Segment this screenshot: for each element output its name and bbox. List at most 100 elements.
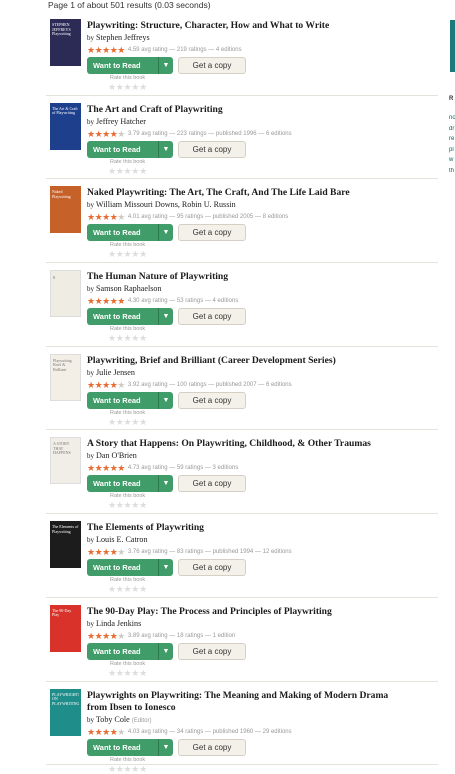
author-link[interactable]: Toby Cole [96,715,130,724]
cover-text: STEPHEN JEFFREYS Playwriting [52,23,71,36]
shelf-dropdown-button[interactable]: ▼ [158,224,173,242]
book-cover[interactable]: g [50,270,81,318]
rating-stars-icon: ★★★★★ [87,128,125,139]
want-to-read-button[interactable]: Want to Read [87,738,158,756]
author-link[interactable]: Dan O'Brien [96,451,137,460]
shelf-dropdown-button[interactable]: ▼ [158,140,173,158]
book-cover[interactable]: PLAYWRIGHTS ON PLAYWRITING [50,688,81,736]
rate-stars-icon[interactable]: ★★★★★ [108,249,438,259]
get-a-copy-button[interactable]: Get a copy [178,224,246,242]
book-author: by Toby Cole (Editor) [87,714,152,724]
rate-stars-icon[interactable]: ★★★★★ [108,764,438,774]
shelf-dropdown-button[interactable]: ▼ [158,475,173,493]
book-title-link[interactable]: The Art and Craft of Playwriting [87,104,438,116]
rate-this-book-label: Rate this book [110,756,146,763]
sidebar-text-line: no [449,115,455,121]
want-to-read-button[interactable]: Want to Read [87,140,158,158]
rating-stars-icon: ★★★★★ [87,726,125,737]
shelf-dropdown-button[interactable]: ▼ [158,57,173,74]
cover-text: g [53,275,55,280]
book-cover[interactable]: The Elements of Playwriting [50,521,81,569]
book-title-link[interactable]: Playwrights on Playwriting: The Meaning … [87,690,438,714]
author-link[interactable]: Stephen Jeffreys [96,33,150,42]
author-link[interactable]: Linda Jenkins [96,619,141,628]
book-title-link[interactable]: The Elements of Playwriting [87,522,438,534]
want-to-read-button[interactable]: Want to Read [87,559,158,577]
rate-this-book-label: Rate this book [110,409,146,416]
shelf-dropdown-button[interactable]: ▼ [158,391,173,409]
author-link[interactable]: Samson Raphaelson [96,284,161,293]
results-summary: Page 1 of about 501 results (0.03 second… [48,0,211,10]
book-title-link[interactable]: Naked Playwriting: The Art, The Craft, A… [87,187,438,199]
rate-stars-icon[interactable]: ★★★★★ [108,584,438,594]
rating-meta: ★★★★★ 3.89 avg rating — 18 ratings — 1 e… [87,630,236,641]
get-a-copy-button[interactable]: Get a copy [178,475,246,493]
book-cover[interactable]: Naked Playwriting [50,186,81,234]
rate-this-book-label: Rate this book [110,158,146,165]
sidebar-text-line: re [449,136,455,142]
book-author: by Samson Raphaelson [87,284,162,294]
author-link[interactable]: Jeffrey Hatcher [96,117,146,126]
chevron-down-icon: ▼ [162,145,170,153]
rate-this-book-label: Rate this book [110,242,146,249]
shelf-dropdown-button[interactable]: ▼ [158,738,173,756]
sidebar-ad-image[interactable] [450,20,455,72]
shelf-dropdown-button[interactable]: ▼ [158,559,173,577]
want-to-read-button[interactable]: Want to Read [87,475,158,493]
rating-stars-icon: ★★★★★ [87,547,125,558]
get-a-copy-button[interactable]: Get a copy [178,642,246,660]
want-to-read-button[interactable]: Want to Read [87,57,158,74]
book-title-link[interactable]: Playwriting, Brief and Brilliant (Career… [87,355,438,367]
book-author: by Linda Jenkins [87,618,142,628]
book-cover[interactable]: A STORY THAT HAPPENS [50,437,81,485]
book-author: by Stephen Jeffreys [87,33,150,42]
get-a-copy-button[interactable]: Get a copy [178,391,246,409]
rate-stars-icon[interactable]: ★★★★★ [108,668,438,678]
shelf-dropdown-button[interactable]: ▼ [158,642,173,660]
book-row: The 90-Day Play The 90-Day Play: The Pro… [46,598,438,682]
book-cover[interactable]: Playwriting Brief & Brilliant [50,353,81,401]
book-cover[interactable]: The 90-Day Play [50,604,81,652]
get-a-copy-button[interactable]: Get a copy [178,308,246,326]
want-to-read-button[interactable]: Want to Read [87,391,158,409]
sidebar-text-line: th [449,167,455,174]
rate-stars-icon[interactable]: ★★★★★ [108,333,438,343]
rate-stars-icon[interactable]: ★★★★★ [108,82,438,92]
book-title-link[interactable]: The 90-Day Play: The Process and Princip… [87,606,438,618]
sidebar-heading: R [449,96,454,102]
book-title-link[interactable]: A Story that Happens: On Playwriting, Ch… [87,438,438,450]
book-author: by Louis E. Catron [87,535,148,545]
rating-meta: ★★★★★ 3.76 avg rating — 83 ratings — pub… [87,547,292,558]
author-link[interactable]: Louis E. Catron [96,535,147,544]
get-a-copy-button[interactable]: Get a copy [178,140,246,158]
rate-stars-icon[interactable]: ★★★★★ [108,417,438,427]
cover-text: PLAYWRIGHTS ON PLAYWRITING [52,692,79,706]
chevron-down-icon: ▼ [162,313,170,321]
rate-this-book-label: Rate this book [110,75,146,81]
rate-stars-icon[interactable]: ★★★★★ [108,166,438,176]
rating-meta: ★★★★★ 4.30 avg rating — 53 ratings — 4 e… [87,296,239,307]
rating-stars-icon: ★★★★★ [87,45,125,55]
book-title-link[interactable]: Playwriting: Structure, Character, How a… [87,20,438,32]
want-to-read-button[interactable]: Want to Read [87,308,158,326]
book-cover[interactable]: STEPHEN JEFFREYS Playwriting [50,19,81,66]
author-link[interactable]: William Missouri Downs, Robin U. Russin [96,200,236,209]
get-a-copy-button[interactable]: Get a copy [178,559,246,577]
author-link[interactable]: Julie Jensen [96,368,135,377]
want-to-read-button[interactable]: Want to Read [87,642,158,660]
rate-this-book-label: Rate this book [110,326,146,333]
book-author: by Julie Jensen [87,367,135,377]
want-to-read-button[interactable]: Want to Read [87,224,158,242]
get-a-copy-button[interactable]: Get a copy [178,738,246,756]
book-cover[interactable]: The Art & Craft of Playwriting [50,102,81,150]
shelf-dropdown-button[interactable]: ▼ [158,308,173,326]
book-author: by William Missouri Downs, Robin U. Russ… [87,200,236,210]
get-a-copy-button[interactable]: Get a copy [178,57,246,74]
book-row: The Elements of Playwriting The Elements… [46,514,438,598]
book-row: Naked Playwriting Naked Playwriting: The… [46,179,438,264]
book-row: The Art & Craft of Playwriting The Art a… [46,96,438,180]
rating-stars-icon: ★★★★★ [87,379,125,390]
book-title-link[interactable]: The Human Nature of Playwriting [87,271,438,283]
book-author: by Dan O'Brien [87,451,137,461]
rate-stars-icon[interactable]: ★★★★★ [108,500,438,510]
